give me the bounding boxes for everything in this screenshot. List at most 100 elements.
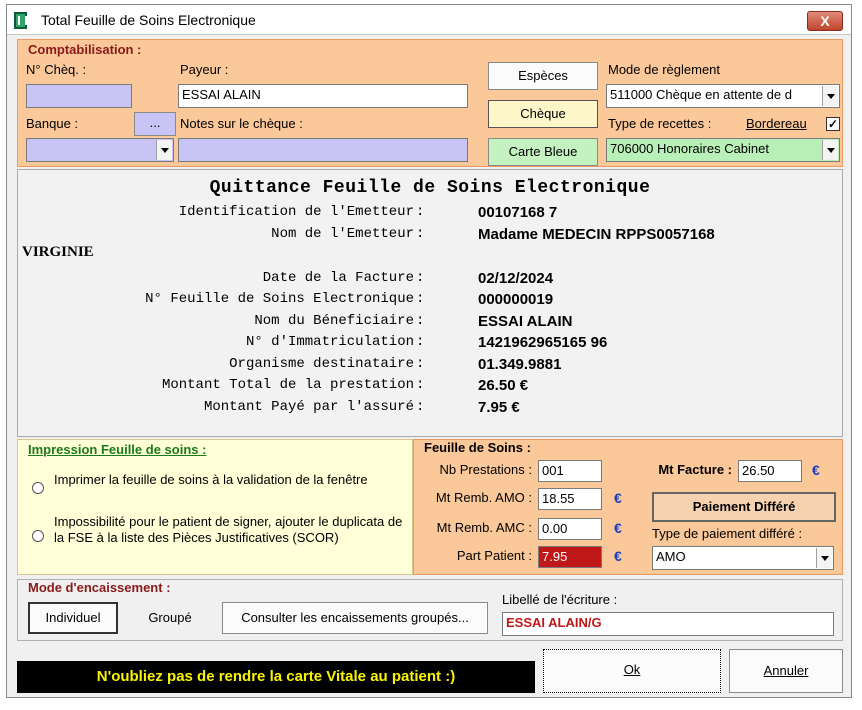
window-title: Total Feuille de Soins Electronique [41,12,256,28]
mode-reglement-label: Mode de règlement [608,62,721,77]
impression-title: Impression Feuille de soins : [26,442,209,457]
quittance-row-colon: : [416,270,425,286]
notes-cheque-input[interactable] [178,138,468,162]
quittance-row-colon: : [416,204,425,220]
quittance-row-label: Montant Payé par l'assuré [203,399,414,415]
quittance-row: Nom du Béneficiaire: ESSAI ALAIN [18,313,844,333]
quittance-row-value: ESSAI ALAIN [478,313,573,330]
quittance-row-colon: : [416,313,425,329]
encaissement-title: Mode d'encaissement : [26,580,173,595]
quittance-row: Organisme destinataire: 01.349.9881 [18,356,844,376]
mode-reglement-select[interactable]: 511000 Chèque en attente de d [606,84,840,108]
feuille-soins-title: Feuille de Soins : [422,440,533,455]
comptabilisation-title: Comptabilisation : [26,42,144,57]
libelle-input[interactable]: ESSAI ALAIN/G [502,612,834,636]
bordereau-label: Bordereau [746,116,807,131]
euro-icon: € [614,490,622,506]
cheque-number-input[interactable] [26,84,132,108]
quittance-row: Date de la Facture: 02/12/2024 [18,270,844,290]
quittance-row-label: Identification de l'Emetteur [178,204,414,220]
quittance-row-label: Montant Total de la prestation [161,377,414,393]
quittance-row-value: 02/12/2024 [478,270,554,287]
mt-facture-label: Mt Facture : [658,462,732,477]
mt-facture-input[interactable]: 26.50 [738,460,802,482]
quittance-row-label: Organisme destinataire [229,356,414,372]
type-paiement-label: Type de paiement différé : [652,526,803,541]
app-icon [14,12,27,29]
chevron-down-icon [822,86,838,106]
virginie-text: VIRGINIE [22,244,94,260]
type-paiement-value: AMO [656,549,686,564]
carte-vitale-notice: N'oubliez pas de rendre la carte Vitale … [17,661,535,693]
part-patient-label: Part Patient : [456,548,532,563]
nb-prestations-label: Nb Prestations : [439,462,533,477]
notes-label: Notes sur le chèque : [180,116,303,131]
mt-amc-label: Mt Remb. AMC : [436,520,532,535]
paiement-differe-button[interactable]: Paiement Différé [652,492,836,522]
mt-amo-label: Mt Remb. AMO : [435,490,532,505]
quittance-row: Montant Payé par l'assuré: 7.95 € [18,399,844,419]
quittance-row: Montant Total de la prestation: 26.50 € [18,377,844,397]
fse-total-window: Total Feuille de Soins Electronique X Co… [6,4,852,698]
quittance-row-colon: : [416,226,425,242]
mt-amc-input[interactable]: 0.00 [538,518,602,540]
radio-imprimer[interactable] [32,482,44,494]
carte-bleue-button[interactable]: Carte Bleue [488,138,598,166]
quittance-row-colon: : [416,356,425,372]
quittance-row-label: Date de la Facture [262,270,414,286]
close-button[interactable]: X [807,11,843,31]
quittance-row-label: Nom de l'Emetteur [271,226,414,242]
groupe-button[interactable]: Groupé [126,602,214,634]
euro-icon: € [614,520,622,536]
quittance-row-value: 7.95 € [478,399,520,416]
especes-button[interactable]: Espèces [488,62,598,90]
quittance-row: Nom de l'Emetteur: Madame MEDECIN RPPS005… [18,226,844,246]
quittance-row-label: N° Feuille de Soins Electronique [145,291,414,307]
quittance-panel: Quittance Feuille de Soins Electronique … [17,169,843,437]
type-paiement-select[interactable]: AMO [652,546,834,570]
encaissement-group: Mode d'encaissement : Individuel Groupé … [17,579,843,641]
imprimer-option-text: Imprimer la feuille de soins à la valida… [54,472,368,487]
libelle-label: Libellé de l'écriture : [502,592,618,607]
part-patient-input[interactable]: 7.95 [538,546,602,568]
type-recettes-label: Type de recettes : [608,116,712,131]
quittance-row-value: Madame MEDECIN RPPS0057168 [478,226,715,243]
payeur-input[interactable]: ESSAI ALAIN [178,84,468,108]
quittance-row-colon: : [416,291,425,307]
quittance-row: N° Feuille de Soins Electronique: 0000000… [18,291,844,311]
chevron-down-icon [822,140,838,160]
banque-select[interactable] [26,138,174,162]
quittance-row-colon: : [416,399,425,415]
feuille-soins-group: Feuille de Soins : Nb Prestations : 001 … [413,439,843,575]
quittance-row-value: 1421962965165 96 [478,334,608,351]
quittance-row-colon: : [416,334,425,350]
consulter-encaissements-button[interactable]: Consulter les encaissements groupés... [222,602,488,634]
type-recettes-select[interactable]: 706000 Honoraires Cabinet [606,138,840,162]
cheque-button[interactable]: Chèque [488,100,598,128]
impossibilite-option-text: Impossibilité pour le patient de signer,… [54,514,403,545]
quittance-title: Quittance Feuille de Soins Electronique [209,178,651,198]
title-bar: Total Feuille de Soins Electronique X [7,5,851,35]
type-recettes-value: 706000 Honoraires Cabinet [610,141,769,156]
bordereau-checkbox[interactable]: ✓ [826,117,840,131]
mt-amo-input[interactable]: 18.55 [538,488,602,510]
quittance-row-colon: : [416,377,425,393]
quittance-row-value: 000000019 [478,291,554,308]
quittance-row-label: N° d'Immatriculation [245,334,414,350]
ok-button[interactable]: Ok [543,649,721,693]
quittance-row: N° d'Immatriculation: 1421962965165 96 [18,334,844,354]
individuel-button[interactable]: Individuel [28,602,118,634]
quittance-row: Identification de l'Emetteur: 00107168 7 [18,204,844,224]
comptabilisation-group: Comptabilisation : N° Chèq. : Payeur : E… [17,39,843,167]
chevron-down-icon [156,140,172,160]
cheq-label: N° Chèq. : [26,62,87,77]
euro-icon: € [812,462,820,478]
euro-icon: € [614,548,622,564]
quittance-row-value: 00107168 7 [478,204,558,221]
radio-impossibilite[interactable] [32,530,44,542]
payeur-label: Payeur : [180,62,229,77]
nb-prestations-input[interactable]: 001 [538,460,602,482]
banque-lookup-button[interactable]: ... [134,112,176,136]
annuler-button[interactable]: Annuler [729,649,843,693]
mode-reglement-value: 511000 Chèque en attente de d [610,87,792,102]
